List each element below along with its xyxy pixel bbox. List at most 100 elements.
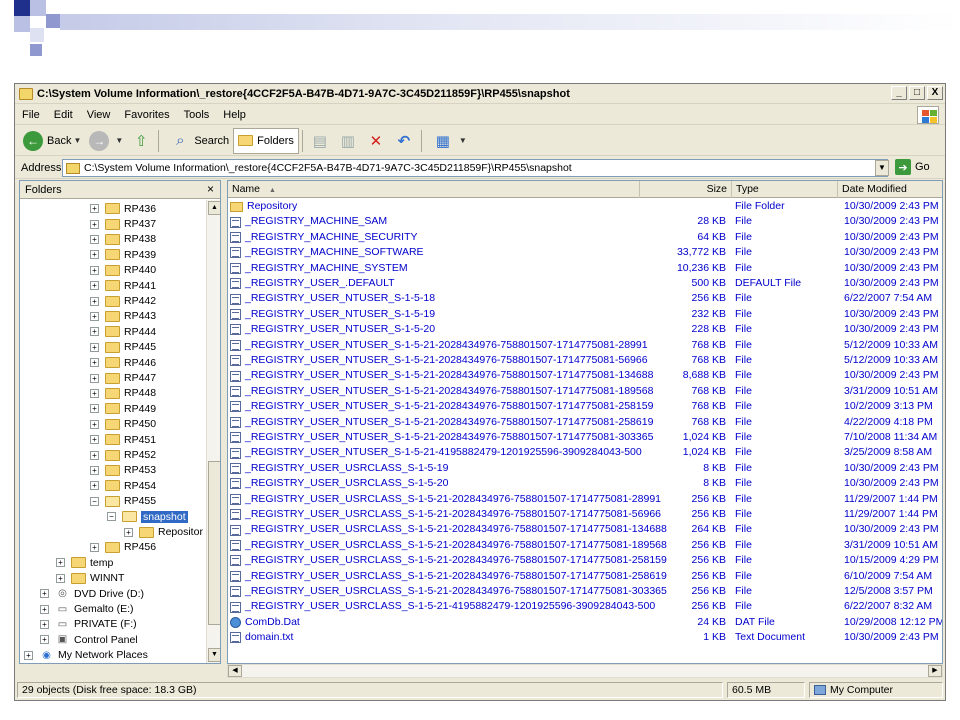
- expand-icon[interactable]: +: [90, 265, 99, 275]
- expand-icon[interactable]: +: [40, 604, 49, 614]
- tree-item[interactable]: + ▣ Control Panel: [40, 632, 138, 647]
- list-item[interactable]: _REGISTRY_USER_NTUSER_S-1-5-21-202843497…: [228, 353, 942, 368]
- tree-item[interactable]: + RP442: [90, 293, 156, 308]
- tree-item[interactable]: + RP444: [90, 324, 156, 339]
- tree-item[interactable]: + RP452: [90, 447, 156, 462]
- tree-item[interactable]: + RP453: [90, 463, 156, 478]
- list-item[interactable]: _REGISTRY_USER_NTUSER_S-1-5-18 256 KB File…: [228, 291, 942, 306]
- expand-icon[interactable]: +: [56, 558, 65, 568]
- list-item[interactable]: _REGISTRY_USER_USRCLASS_S-1-5-21-2028434…: [228, 492, 942, 507]
- tree-item[interactable]: + RP451: [90, 432, 156, 447]
- expand-icon[interactable]: +: [90, 404, 99, 414]
- expand-icon[interactable]: +: [40, 589, 49, 599]
- list-item[interactable]: domain.txt 1 KB Text Document 10/30/2009 2:…: [228, 630, 942, 645]
- list-item[interactable]: _REGISTRY_USER_USRCLASS_S-1-5-21-4195882…: [228, 599, 942, 614]
- expand-icon[interactable]: +: [40, 635, 49, 645]
- list-item[interactable]: _REGISTRY_MACHINE_SAM 28 KB File 10/30/2009…: [228, 214, 942, 229]
- up-folder-icon[interactable]: ⇧: [130, 130, 152, 152]
- expand-icon[interactable]: +: [90, 204, 99, 214]
- list-item[interactable]: _REGISTRY_USER_NTUSER_S-1-5-21-202843497…: [228, 384, 942, 399]
- folders-button[interactable]: Folders: [233, 127, 299, 154]
- column-size[interactable]: Size: [640, 181, 732, 198]
- views-button[interactable]: ▦ ▼: [425, 128, 471, 154]
- list-item[interactable]: _REGISTRY_USER_USRCLASS_S-1-5-21-2028434…: [228, 538, 942, 553]
- tree-item[interactable]: + ▭ Gemalto (E:): [40, 601, 134, 616]
- tree-item[interactable]: + RP443: [90, 309, 156, 324]
- list-item[interactable]: _REGISTRY_USER_NTUSER_S-1-5-21-202843497…: [228, 430, 942, 445]
- tree-item[interactable]: + RP456: [90, 540, 156, 555]
- menu-file[interactable]: File: [15, 109, 47, 121]
- list-item[interactable]: _REGISTRY_MACHINE_SOFTWARE 33,772 KB File 1…: [228, 245, 942, 260]
- search-button[interactable]: ⌕ Search: [162, 128, 233, 154]
- list-item[interactable]: _REGISTRY_USER_USRCLASS_S-1-5-20 8 KB File…: [228, 476, 942, 491]
- expand-icon[interactable]: +: [40, 619, 49, 629]
- scroll-left-button[interactable]: ◀: [228, 665, 242, 677]
- column-type[interactable]: Type: [732, 181, 838, 198]
- scroll-right-button[interactable]: ▶: [928, 665, 942, 677]
- list-item[interactable]: _REGISTRY_USER_NTUSER_S-1-5-21-419588247…: [228, 445, 942, 460]
- chevron-down-icon[interactable]: ▼: [73, 136, 81, 145]
- menu-help[interactable]: Help: [216, 109, 253, 121]
- address-input[interactable]: C:\System Volume Information\_restore{4C…: [62, 159, 888, 177]
- menu-edit[interactable]: Edit: [47, 109, 80, 121]
- column-name[interactable]: Name ▲: [228, 181, 640, 198]
- close-icon[interactable]: ×: [207, 182, 214, 196]
- expand-icon[interactable]: +: [90, 296, 99, 306]
- list-item[interactable]: _REGISTRY_USER_NTUSER_S-1-5-19 232 KB File…: [228, 307, 942, 322]
- tree-item[interactable]: + temp: [56, 555, 113, 570]
- expand-icon[interactable]: +: [90, 250, 99, 260]
- list-item[interactable]: ComDb.Dat 24 KB DAT File 10/29/2008 12:12 P…: [228, 615, 942, 630]
- expand-icon[interactable]: +: [90, 542, 99, 552]
- expand-icon[interactable]: +: [90, 481, 99, 491]
- list-item[interactable]: _REGISTRY_USER_NTUSER_S-1-5-21-202843497…: [228, 368, 942, 383]
- copy-to-icon[interactable]: ▥: [337, 130, 359, 152]
- list-item[interactable]: _REGISTRY_USER_USRCLASS_S-1-5-19 8 KB File…: [228, 461, 942, 476]
- tree-item[interactable]: + RP437: [90, 216, 156, 231]
- list-horizontal-scrollbar[interactable]: ◀ ▶: [227, 664, 943, 678]
- expand-icon[interactable]: +: [90, 388, 99, 398]
- menu-tools[interactable]: Tools: [177, 109, 217, 121]
- expand-icon[interactable]: +: [90, 419, 99, 429]
- expand-icon[interactable]: +: [56, 573, 65, 583]
- expand-icon[interactable]: +: [90, 311, 99, 321]
- scroll-up-button[interactable]: ▲: [208, 201, 220, 215]
- tree-item[interactable]: + ◉ My Network Places: [24, 648, 148, 663]
- scroll-down-button[interactable]: ▼: [208, 648, 220, 662]
- list-item[interactable]: _REGISTRY_MACHINE_SECURITY 64 KB File 10/30…: [228, 230, 942, 245]
- expand-icon[interactable]: +: [90, 234, 99, 244]
- back-button[interactable]: ← Back ▼: [19, 128, 85, 154]
- expand-icon[interactable]: +: [90, 219, 99, 229]
- tree-item[interactable]: + RP438: [90, 232, 156, 247]
- chevron-down-icon[interactable]: ▼: [115, 136, 123, 145]
- tree-item[interactable]: − snapshot: [107, 509, 188, 524]
- expand-icon[interactable]: +: [90, 342, 99, 352]
- list-item[interactable]: _REGISTRY_USER_.DEFAULT 500 KB DEFAULT Fil…: [228, 276, 942, 291]
- tree-item[interactable]: + Repositor: [124, 524, 203, 539]
- collapse-icon[interactable]: −: [107, 512, 116, 522]
- tree-item[interactable]: + RP439: [90, 247, 156, 262]
- tree-item[interactable]: + RP436: [90, 201, 156, 216]
- tree-item[interactable]: + RP445: [90, 340, 156, 355]
- tree-item[interactable]: + RP448: [90, 386, 156, 401]
- list-item[interactable]: _REGISTRY_MACHINE_SYSTEM 10,236 KB File 10/…: [228, 261, 942, 276]
- close-button[interactable]: X: [927, 86, 943, 100]
- title-bar[interactable]: C:\System Volume Information\_restore{4C…: [15, 84, 945, 104]
- list-item[interactable]: _REGISTRY_USER_USRCLASS_S-1-5-21-2028434…: [228, 507, 942, 522]
- expand-icon[interactable]: +: [90, 450, 99, 460]
- folders-scrollbar[interactable]: ▲ ▼: [206, 200, 220, 663]
- tree-item[interactable]: + ◎ DVD Drive (D:): [40, 586, 144, 601]
- list-item[interactable]: _REGISTRY_USER_USRCLASS_S-1-5-21-2028434…: [228, 553, 942, 568]
- scroll-thumb[interactable]: [208, 461, 220, 625]
- list-item[interactable]: _REGISTRY_USER_NTUSER_S-1-5-20 228 KB File…: [228, 322, 942, 337]
- list-item[interactable]: _REGISTRY_USER_USRCLASS_S-1-5-21-2028434…: [228, 584, 942, 599]
- expand-icon[interactable]: +: [90, 358, 99, 368]
- list-item[interactable]: _REGISTRY_USER_NTUSER_S-1-5-21-202843497…: [228, 338, 942, 353]
- expand-icon[interactable]: +: [90, 465, 99, 475]
- tree-item[interactable]: + RP450: [90, 417, 156, 432]
- expand-icon[interactable]: +: [90, 435, 99, 445]
- list-item[interactable]: Repository File Folder 10/30/2009 2:43 PM: [228, 199, 942, 214]
- minimize-button[interactable]: _: [891, 86, 907, 100]
- list-item[interactable]: _REGISTRY_USER_NTUSER_S-1-5-21-202843497…: [228, 399, 942, 414]
- maximize-button[interactable]: □: [909, 86, 925, 100]
- list-item[interactable]: _REGISTRY_USER_NTUSER_S-1-5-21-202843497…: [228, 415, 942, 430]
